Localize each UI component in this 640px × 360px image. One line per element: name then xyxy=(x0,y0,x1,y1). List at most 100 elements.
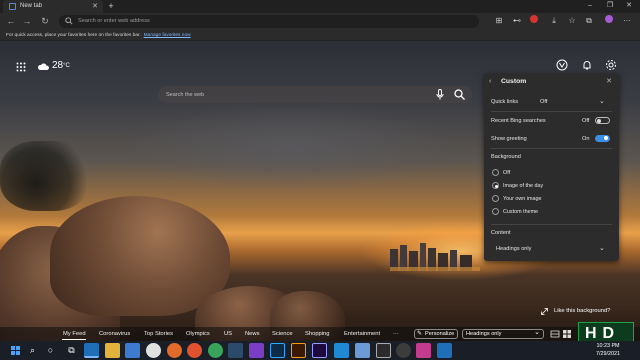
background-option-own-image-radio[interactable] xyxy=(492,195,499,202)
feed-tab-shopping[interactable]: Shopping xyxy=(305,327,330,341)
feed-tab-olympics[interactable]: Olympics xyxy=(186,327,210,341)
background-option-custom-theme-radio[interactable] xyxy=(492,208,499,215)
forward-button[interactable]: → xyxy=(20,15,34,28)
store-icon[interactable] xyxy=(125,343,140,358)
app-launcher-icon[interactable] xyxy=(16,62,26,72)
browser-toolbar: ← → ↻ Search or enter web address xyxy=(0,13,640,30)
chrome-icon[interactable] xyxy=(146,343,161,358)
new-tab-button[interactable]: + xyxy=(106,0,116,13)
notifications-bell-icon[interactable] xyxy=(581,59,593,71)
system-clock[interactable]: 10:23 PM 7/29/2021 xyxy=(588,342,628,358)
weather-temperature[interactable]: 28°C xyxy=(52,59,70,73)
bing-searches-toggle[interactable] xyxy=(595,117,610,124)
tab-close-icon[interactable]: ✕ xyxy=(92,0,98,13)
layout-list-icon[interactable] xyxy=(550,329,560,339)
adblock-icon[interactable] xyxy=(528,15,540,27)
quick-links-value[interactable]: Off xyxy=(540,99,547,105)
chevron-down-icon[interactable]: ⌄ xyxy=(599,244,605,252)
temperature-value: 28 xyxy=(52,60,64,71)
chrome-icon[interactable] xyxy=(167,343,182,358)
tree-silhouette xyxy=(0,141,90,211)
show-greeting-label: Show greeting xyxy=(491,136,527,142)
like-background-link[interactable]: Like this background? xyxy=(554,308,610,314)
premiere-icon[interactable] xyxy=(312,343,327,358)
expand-icon[interactable] xyxy=(541,308,548,315)
address-placeholder: Search or enter web address xyxy=(78,18,150,24)
layout-grid-icon[interactable] xyxy=(562,329,572,339)
microphone-icon[interactable] xyxy=(436,89,444,100)
vscode-icon[interactable] xyxy=(334,343,349,358)
tab-new-tab[interactable]: New tab ✕ xyxy=(3,0,103,13)
feed-more-icon[interactable]: ··· xyxy=(393,327,399,341)
start-icon[interactable] xyxy=(8,343,23,358)
background-option-image-of-day[interactable]: Image of the day xyxy=(503,183,543,189)
show-greeting-toggle[interactable] xyxy=(595,135,610,142)
feed-tab-top-stories[interactable]: Top Stories xyxy=(144,327,173,341)
radio-selected-dot xyxy=(494,184,498,188)
content-value[interactable]: Headings only xyxy=(496,246,531,252)
feed-tab-entertainment[interactable]: Entertainment xyxy=(344,327,380,341)
media-icon[interactable] xyxy=(416,343,431,358)
search-submit-icon[interactable] xyxy=(454,89,465,100)
refresh-button[interactable]: ↻ xyxy=(38,15,52,28)
divider xyxy=(491,148,612,149)
photoshop-icon[interactable] xyxy=(270,343,285,358)
personalize-button[interactable]: ✎ Personalize xyxy=(414,329,458,339)
app-icon[interactable] xyxy=(355,343,370,358)
unity-icon[interactable] xyxy=(376,343,391,358)
more-icon[interactable]: ··· xyxy=(621,15,633,27)
task-view-icon[interactable]: ⧉ xyxy=(64,343,79,358)
address-bar[interactable]: Search or enter web address xyxy=(59,15,479,28)
content-heading: Content xyxy=(491,230,511,236)
tab-actions-icon[interactable]: ⧉ xyxy=(583,15,595,27)
favorites-icon[interactable]: ☆ xyxy=(566,15,578,27)
chevron-down-icon[interactable]: ⌄ xyxy=(599,97,605,105)
search-icon[interactable]: ⌕ xyxy=(25,343,40,358)
maximize-button[interactable]: ❐ xyxy=(603,0,617,12)
close-icon[interactable]: ✕ xyxy=(606,77,612,85)
back-button[interactable]: ← xyxy=(4,15,18,28)
steam-icon[interactable] xyxy=(228,343,243,358)
feed-layout-select[interactable]: Headings only ⌄ xyxy=(462,329,544,339)
back-chevron-icon[interactable]: ‹ xyxy=(489,78,491,85)
search-input[interactable] xyxy=(166,86,426,103)
background-option-image-of-day-radio[interactable] xyxy=(492,182,499,189)
pencil-icon: ✎ xyxy=(417,331,423,337)
rewards-icon[interactable] xyxy=(556,59,568,71)
search-icon xyxy=(65,17,73,25)
manage-favorites-link[interactable]: Manage favorites now xyxy=(144,33,191,38)
news-icon[interactable] xyxy=(437,343,452,358)
background-option-custom-theme[interactable]: Custom theme xyxy=(503,209,538,215)
obs-icon[interactable] xyxy=(396,343,411,358)
active-tab-indicator xyxy=(62,339,86,340)
divider xyxy=(491,224,612,225)
partly-cloudy-icon[interactable] xyxy=(37,61,49,71)
firefox-icon[interactable] xyxy=(187,343,202,358)
minimize-button[interactable]: – xyxy=(583,0,597,12)
settings-gear-icon[interactable] xyxy=(605,59,617,71)
close-window-button[interactable]: ✕ xyxy=(622,0,636,12)
feed-tab-coronavirus[interactable]: Coronavirus xyxy=(99,327,130,341)
visual-studio-icon[interactable] xyxy=(249,343,264,358)
favorites-bar: For quick access, place your favorites h… xyxy=(0,30,640,41)
read-aloud-icon[interactable]: ⊞ xyxy=(493,15,505,27)
android-icon[interactable] xyxy=(208,343,223,358)
feed-tab-news[interactable]: News xyxy=(245,327,260,341)
edge-icon[interactable] xyxy=(84,343,99,358)
background-option-off-radio[interactable] xyxy=(492,169,499,176)
task-view-icon[interactable]: ○ xyxy=(43,343,58,358)
background-option-own-image[interactable]: Your own image xyxy=(503,196,541,202)
bing-searches-state: Off xyxy=(582,118,590,124)
collections-icon[interactable]: ⤓ xyxy=(548,15,560,27)
file-explorer-icon[interactable] xyxy=(105,343,120,358)
illustrator-icon[interactable] xyxy=(291,343,306,358)
toggle-knob xyxy=(597,119,601,123)
feed-tab-us[interactable]: US xyxy=(224,327,232,341)
windows-taskbar: ⌕ ○ ⧉ 10:23 PM 7/29/2021 xyxy=(0,341,640,360)
background-option-off[interactable]: Off xyxy=(503,170,510,176)
extensions-icon[interactable]: ⊷ xyxy=(511,15,523,27)
bing-searches-label: Recent Bing searches xyxy=(491,118,546,124)
feed-tab-science[interactable]: Science xyxy=(272,327,293,341)
clock-date: 7/29/2021 xyxy=(596,351,620,357)
profile-icon[interactable] xyxy=(603,15,615,27)
